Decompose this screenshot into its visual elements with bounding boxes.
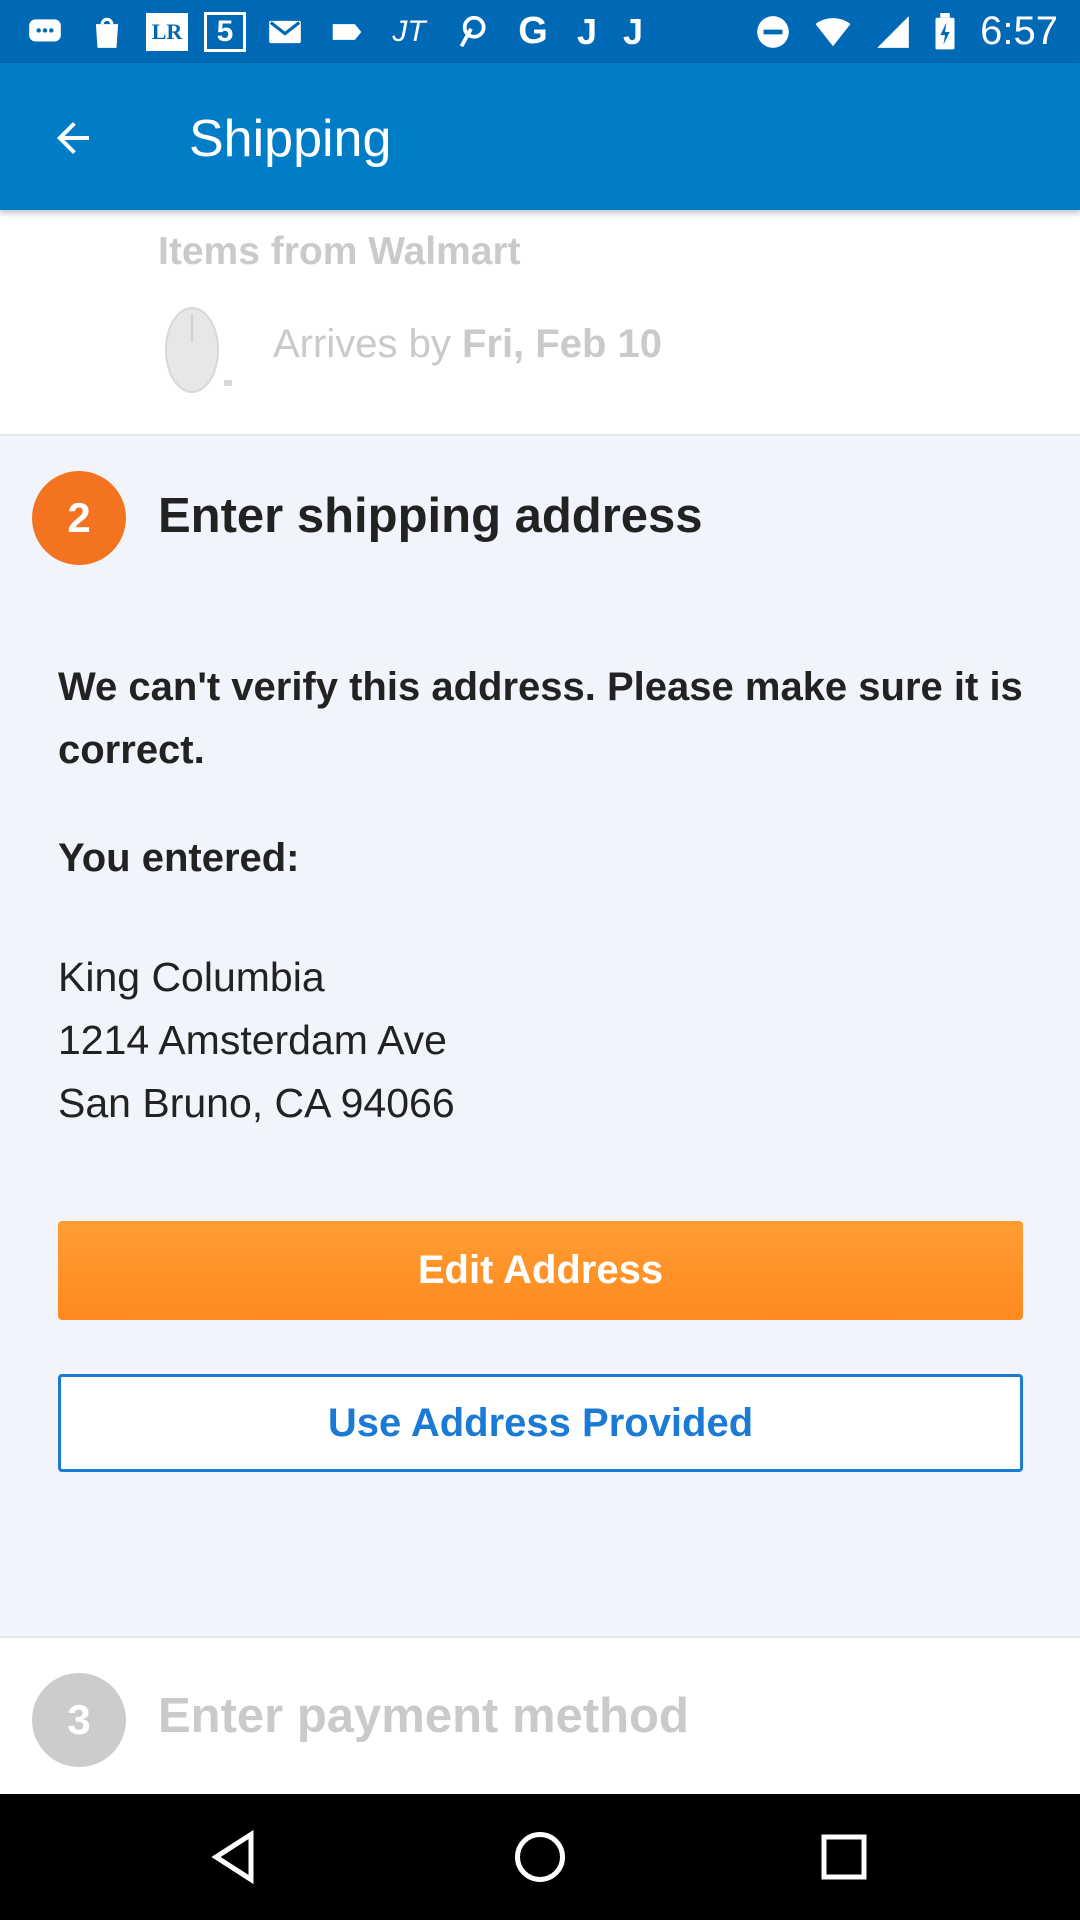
entered-address: King Columbia 1214 Amsterdam Ave San Bru… — [58, 946, 455, 1135]
do-not-disturb-icon — [750, 12, 796, 52]
shipping-address-step: 2 Enter shipping address We can't verify… — [0, 436, 1080, 1636]
j-icon: J — [576, 10, 598, 52]
page-title: Shipping — [189, 110, 392, 168]
pinterest-icon — [448, 12, 494, 52]
tag-icon — [324, 12, 370, 52]
step-number-badge: 3 — [32, 1673, 126, 1767]
nav-recent-apps-icon — [821, 1834, 867, 1880]
system-nav-bar — [0, 1794, 1080, 1920]
payment-method-step[interactable]: 3 Enter payment method — [0, 1636, 1080, 1794]
notification-icons: LR 5 JT G J J — [22, 0, 648, 63]
nav-home-button[interactable] — [500, 1822, 580, 1892]
step-heading: Enter shipping address — [158, 489, 703, 543]
status-bar: LR 5 JT G J J 6:57 — [0, 0, 1080, 63]
jt-icon: JT — [392, 14, 426, 48]
lr-icon: LR — [146, 12, 188, 51]
arrival-date: Arrives by Fri, Feb 10 — [273, 322, 662, 366]
entered-label: You entered: — [58, 836, 300, 880]
nav-recent-apps-button[interactable] — [804, 1822, 884, 1892]
step-number-badge: 2 — [32, 471, 126, 565]
address-city-state-zip: San Bruno, CA 94066 — [58, 1080, 455, 1126]
step-heading: Enter payment method — [158, 1689, 689, 1743]
j-icon: J — [622, 10, 644, 52]
items-title: Items from Walmart — [158, 230, 521, 273]
nav-home-icon — [515, 1832, 565, 1882]
signal-icon — [870, 12, 916, 52]
back-button[interactable] — [30, 103, 116, 173]
address-name: King Columbia — [58, 954, 325, 1000]
channel-5-icon: 5 — [204, 11, 246, 52]
shopping-bag-icon — [84, 12, 130, 52]
address-street: 1214 Amsterdam Ave — [58, 1017, 447, 1063]
clock: 6:57 — [980, 9, 1058, 53]
messaging-icon — [22, 12, 68, 52]
system-status-icons: 6:57 — [750, 0, 1058, 63]
edit-address-button[interactable]: Edit Address — [58, 1221, 1023, 1320]
battery-charging-icon — [930, 12, 960, 52]
nav-back-icon — [211, 1829, 254, 1885]
address-warning: We can't verify this address. Please mak… — [58, 665, 1023, 772]
google-icon: G — [518, 10, 548, 52]
items-summary: Items from Walmart Arrives by Fri, Feb 1… — [0, 210, 1080, 436]
nav-back-button[interactable] — [196, 1822, 276, 1892]
use-address-provided-button[interactable]: Use Address Provided — [58, 1374, 1023, 1472]
arrow-back-icon — [57, 122, 89, 154]
product-image — [158, 302, 238, 398]
gmail-icon — [262, 12, 308, 52]
app-bar: Shipping — [0, 63, 1080, 210]
wifi-icon — [810, 12, 856, 52]
